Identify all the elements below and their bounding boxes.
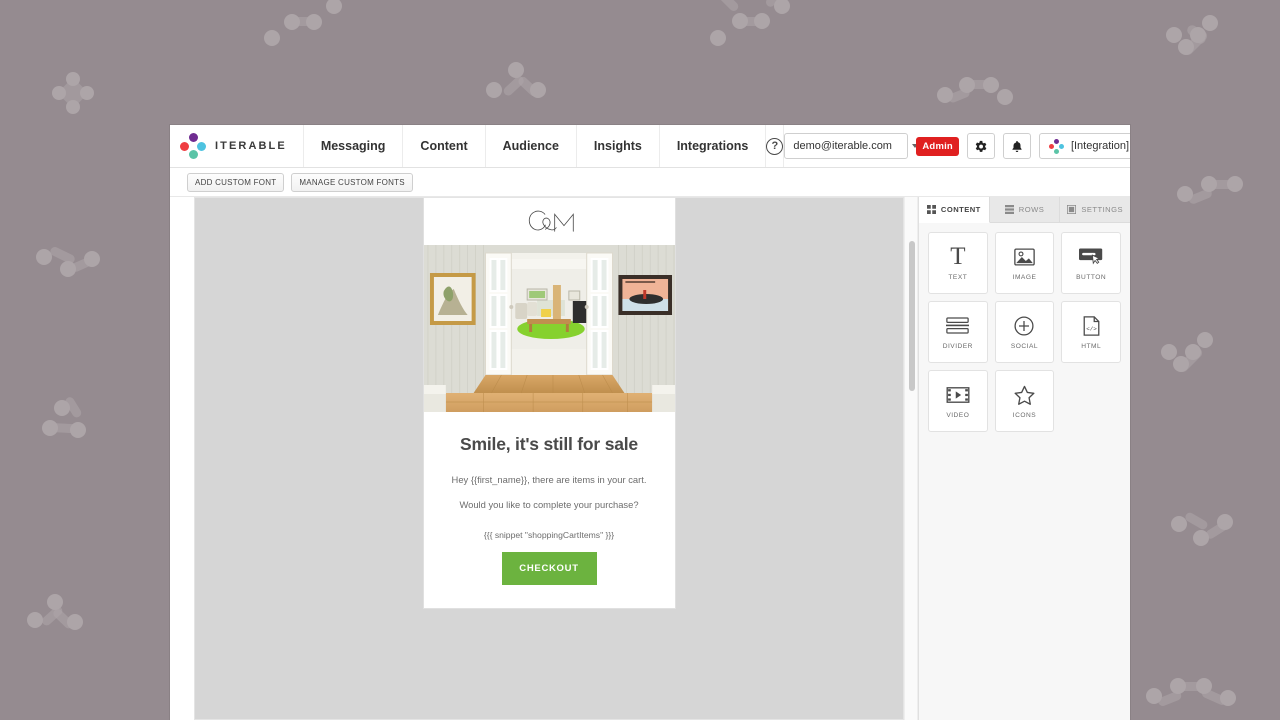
block-social[interactable]: SOCIAL <box>994 301 1055 363</box>
integration-logo-icon <box>1048 138 1064 154</box>
iterable-logo[interactable]: ITERABLE <box>170 125 304 167</box>
rows-icon <box>1004 205 1014 214</box>
tab-rows[interactable]: ROWS <box>989 197 1061 223</box>
help-icon: ? <box>766 137 784 155</box>
email-paragraph-1[interactable]: Hey {{first_name}}, there are items in y… <box>440 473 659 487</box>
admin-badge[interactable]: Admin <box>916 136 959 156</box>
star-icon <box>1011 384 1037 406</box>
canvas-scrollbar[interactable] <box>904 197 918 720</box>
canvas-area: Smile, it's still for sale Hey {{first_n… <box>170 197 918 720</box>
user-account-dropdown[interactable]: demo@iterable.com <box>784 133 918 159</box>
panel-tabs: CONTENT ROWS SETTINGS <box>919 197 1130 223</box>
editor-body: Smile, it's still for sale Hey {{first_n… <box>170 197 1130 720</box>
add-custom-font-button[interactable]: ADD CUSTOM FONT <box>187 172 285 192</box>
gear-icon <box>976 140 987 152</box>
social-icon <box>1011 315 1037 337</box>
block-icons-label: ICONS <box>1012 411 1037 419</box>
content-blocks-grid: T TEXT IMAGE BUTTON DIVIDER SOCIAL </> H… <box>919 223 1130 441</box>
block-divider[interactable]: DIVIDER <box>928 301 988 363</box>
font-toolbar: ADD CUSTOM FONT MANAGE CUSTOM FONTS <box>170 168 1130 197</box>
email-snippet-token[interactable]: {{{ snippet "shoppingCartItems" }}} <box>440 530 659 540</box>
bell-icon <box>1012 140 1022 152</box>
block-image[interactable]: IMAGE <box>994 232 1055 294</box>
block-button[interactable]: BUTTON <box>1061 232 1121 294</box>
browser-window: ITERABLE Messaging Content Audience Insi… <box>170 125 1130 720</box>
block-video-label: VIDEO <box>946 411 970 419</box>
nav-item-integrations[interactable]: Integrations <box>660 125 767 167</box>
email-canvas[interactable]: Smile, it's still for sale Hey {{first_n… <box>194 197 904 720</box>
text-icon: T <box>950 242 966 270</box>
settings-button[interactable] <box>966 133 995 159</box>
svg-text:</>: </> <box>1086 325 1097 332</box>
tab-content[interactable]: CONTENT <box>919 197 990 223</box>
top-navigation-bar: ITERABLE Messaging Content Audience Insi… <box>170 125 1130 168</box>
email-logo-row[interactable] <box>423 198 675 245</box>
checkout-button[interactable]: CHECKOUT <box>501 552 597 586</box>
tab-settings[interactable]: SETTINGS <box>1060 197 1130 223</box>
nav-item-insights[interactable]: Insights <box>577 125 660 167</box>
help-button[interactable]: ? <box>766 125 785 167</box>
block-button-label: BUTTON <box>1076 273 1107 281</box>
nav-item-messaging[interactable]: Messaging <box>304 125 404 167</box>
tab-content-label: CONTENT <box>940 205 981 214</box>
email-heading[interactable]: Smile, it's still for sale <box>440 434 659 455</box>
image-icon <box>1011 246 1037 268</box>
email-preview: Smile, it's still for sale Hey {{first_n… <box>422 198 676 609</box>
integration-chip-label: [Integration] Shopify (( <box>1070 140 1130 152</box>
nav-item-content[interactable]: Content <box>403 125 486 167</box>
integration-shopify-chip[interactable]: [Integration] Shopify (( <box>1038 133 1130 159</box>
html-icon: </> <box>1078 315 1104 337</box>
tab-rows-label: ROWS <box>1018 205 1045 214</box>
block-image-label: IMAGE <box>1012 273 1037 281</box>
iterable-logo-mark <box>180 133 206 159</box>
email-paragraph-2[interactable]: Would you like to complete your purchase… <box>440 498 659 512</box>
brand-wordmark: ITERABLE <box>215 140 287 152</box>
email-hero-image[interactable] <box>423 245 675 412</box>
email-text-content: Smile, it's still for sale Hey {{first_n… <box>424 412 675 586</box>
divider-icon <box>945 315 971 337</box>
block-social-label: SOCIAL <box>1010 342 1039 350</box>
grid-icon <box>926 205 936 214</box>
tab-settings-label: SETTINGS <box>1081 205 1123 214</box>
block-html-label: HTML <box>1081 342 1102 350</box>
block-icons[interactable]: ICONS <box>994 370 1055 432</box>
cm-monogram-logo <box>528 210 574 232</box>
panel-empty-area <box>919 441 1130 720</box>
button-icon <box>1078 246 1104 268</box>
manage-custom-fonts-button[interactable]: MANAGE CUSTOM FONTS <box>291 172 413 192</box>
block-video[interactable]: VIDEO <box>928 370 988 432</box>
block-divider-label: DIVIDER <box>942 342 973 350</box>
nav-item-audience[interactable]: Audience <box>486 125 577 167</box>
notifications-button[interactable] <box>1002 133 1031 159</box>
block-text[interactable]: T TEXT <box>928 232 988 294</box>
user-email-label: demo@iterable.com <box>793 140 892 152</box>
canvas-scrollbar-thumb[interactable] <box>909 241 915 391</box>
settings-panel-icon <box>1067 205 1077 214</box>
nav-right-group: demo@iterable.com Admin [Integration] <box>784 125 1130 167</box>
video-icon <box>945 384 971 406</box>
block-html[interactable]: </> HTML <box>1061 301 1121 363</box>
right-panel: CONTENT ROWS SETTINGS T TEXT IMAGE BUTTO… <box>918 197 1130 720</box>
block-text-label: TEXT <box>948 273 968 281</box>
